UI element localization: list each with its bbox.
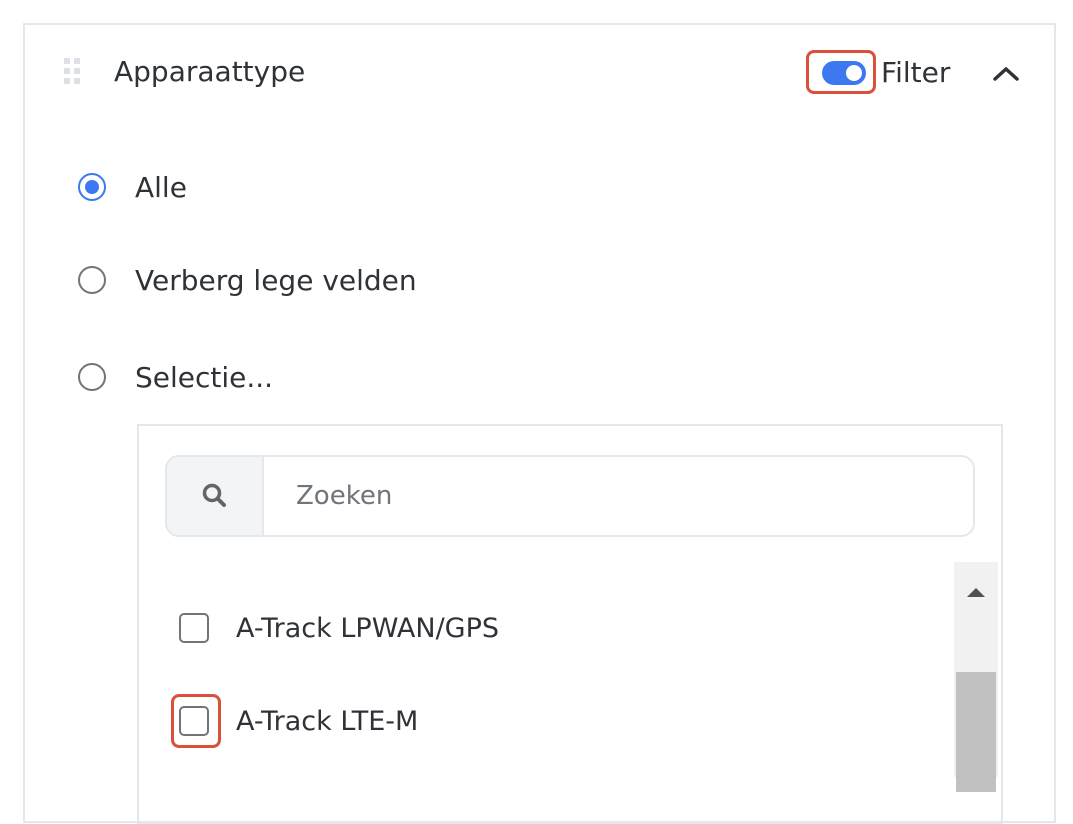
arrow-up-icon[interactable] bbox=[954, 578, 998, 602]
radio-label: Selectie... bbox=[135, 360, 274, 394]
radio-button[interactable] bbox=[78, 173, 106, 201]
list-item-label: A-Track LTE-M bbox=[236, 705, 419, 737]
filter-label: Filter bbox=[881, 56, 951, 89]
scrollbar[interactable] bbox=[954, 562, 998, 792]
checkbox-highlight-marker bbox=[171, 694, 221, 748]
radio-button[interactable] bbox=[78, 363, 106, 391]
scrollbar-thumb[interactable] bbox=[956, 672, 996, 792]
search-icon bbox=[202, 483, 226, 507]
toggle-knob bbox=[846, 65, 862, 81]
chevron-up-icon[interactable] bbox=[988, 58, 1024, 88]
search-input[interactable] bbox=[264, 457, 973, 535]
drag-handle-icon[interactable] bbox=[64, 58, 80, 84]
radio-option-alle[interactable]: Alle bbox=[78, 167, 187, 207]
radio-button[interactable] bbox=[78, 266, 106, 294]
filter-toggle[interactable] bbox=[822, 61, 866, 85]
radio-option-selectie[interactable]: Selectie... bbox=[78, 357, 273, 397]
list-item-label: A-Track LPWAN/GPS bbox=[236, 612, 500, 644]
checkbox[interactable] bbox=[179, 613, 209, 643]
panel-title: Apparaattype bbox=[114, 55, 306, 88]
radio-option-verberg-lege-velden[interactable]: Verberg lege velden bbox=[78, 260, 417, 300]
radio-label: Alle bbox=[135, 170, 187, 204]
list-item[interactable]: A-Track LPWAN/GPS bbox=[179, 608, 499, 648]
search-addon bbox=[167, 457, 264, 535]
radio-label: Verberg lege velden bbox=[135, 263, 417, 297]
search-field-group bbox=[165, 455, 975, 537]
